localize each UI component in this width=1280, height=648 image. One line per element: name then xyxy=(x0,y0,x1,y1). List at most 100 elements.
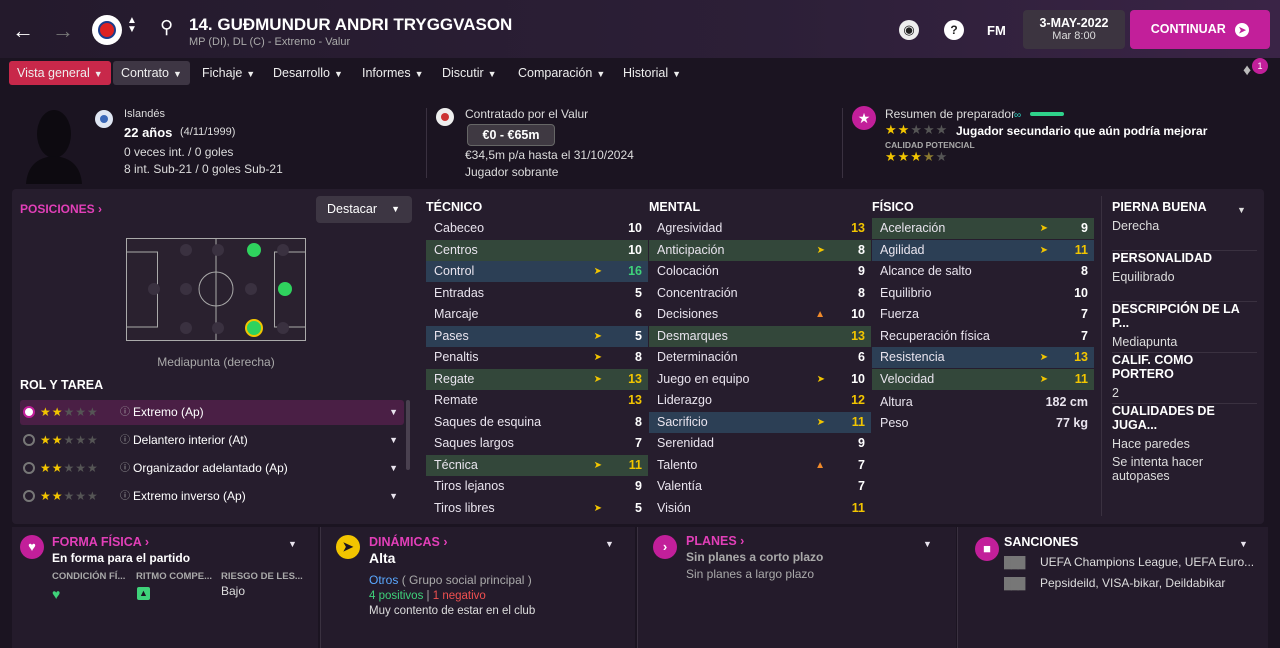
globe-icon[interactable]: ◉ xyxy=(899,20,919,40)
date-box[interactable]: 3-MAY-2022 Mar 8:00 xyxy=(1023,10,1125,49)
chevron-down-icon: ▼ xyxy=(487,69,497,79)
attribute-row[interactable]: Alcance de salto 8 xyxy=(872,261,1094,282)
attribute-row[interactable]: Talento 7 ▲ xyxy=(649,455,871,476)
chevron-down-icon[interactable]: ▼ xyxy=(389,400,398,425)
dynamics-link[interactable]: DINÁMICAS › xyxy=(369,535,447,549)
tab-discuss[interactable]: Discutir ▼ xyxy=(434,61,505,85)
role-radio[interactable] xyxy=(23,434,35,446)
attribute-row[interactable]: Regate 13 ➤ xyxy=(426,368,648,390)
chevron-down-icon[interactable]: ▼ xyxy=(389,484,398,509)
attribute-row[interactable]: Serenidad 9 xyxy=(649,433,871,454)
attribute-row[interactable]: Centros 10 xyxy=(426,239,648,261)
club-badge-icon[interactable] xyxy=(92,15,122,45)
tab-reports[interactable]: Informes ▼ xyxy=(354,61,432,85)
attribute-row[interactable]: Agilidad 11 ➤ xyxy=(872,239,1094,261)
attribute-row[interactable]: Juego en equipo 10 ➤ xyxy=(649,369,871,390)
attribute-row[interactable]: Penaltis 8 ➤ xyxy=(426,347,648,368)
attribute-name: Remate xyxy=(434,393,478,407)
role-row[interactable]: ★★★★★ ⓘ Extremo (Ap) ▼ xyxy=(20,400,404,425)
tab-contract[interactable]: Contrato ▼ xyxy=(113,61,190,85)
positions-link[interactable]: POSICIONES › xyxy=(20,202,102,216)
chevron-down-icon[interactable]: ▼ xyxy=(1237,205,1246,215)
tab-transfer[interactable]: Fichaje ▼ xyxy=(194,61,263,85)
tab-history[interactable]: Historial ▼ xyxy=(615,61,689,85)
search-icon[interactable]: ⚲ xyxy=(160,17,173,38)
bell-icon[interactable]: ♦ xyxy=(1243,62,1251,80)
info-icon[interactable]: ⓘ xyxy=(120,428,130,453)
attribute-row[interactable]: Velocidad 11 ➤ xyxy=(872,368,1094,390)
attribute-row[interactable]: Equilibrio 10 xyxy=(872,283,1094,304)
info-icon[interactable]: ⓘ xyxy=(120,484,130,509)
attribute-row[interactable]: Pases 5 ➤ xyxy=(426,325,648,347)
attribute-row[interactable]: Recuperación física 7 xyxy=(872,326,1094,347)
role-radio[interactable] xyxy=(23,406,35,418)
continue-button[interactable]: CONTINUAR ➤ xyxy=(1130,10,1270,49)
attribute-row[interactable]: Valentía 7 xyxy=(649,476,871,497)
attribute-row[interactable]: Saques largos 7 xyxy=(426,433,648,454)
attribute-row[interactable]: Determinación 6 xyxy=(649,347,871,368)
attribute-name: Penaltis xyxy=(434,350,479,364)
attribute-row[interactable]: Control 16 ➤ xyxy=(426,261,648,282)
role-stars: ★★★★★ xyxy=(40,489,99,503)
roles-scrollbar[interactable] xyxy=(406,400,410,470)
attribute-row[interactable]: Saques de esquina 8 xyxy=(426,412,648,433)
info-icon[interactable]: ⓘ xyxy=(120,456,130,481)
role-row[interactable]: ★★★★★ ⓘ Extremo inverso (Ap) ▼ xyxy=(20,484,404,509)
tab-label: Contrato xyxy=(121,66,169,80)
attribute-row[interactable]: Cabeceo 10 xyxy=(426,218,648,239)
highlight-dropdown[interactable]: Destacar ▼ xyxy=(316,196,412,223)
value-range[interactable]: €0 - €65m xyxy=(467,124,555,146)
attribute-row[interactable]: Visión 11 xyxy=(649,498,871,519)
role-row[interactable]: ★★★★★ ⓘ Delantero interior (At) ▼ xyxy=(20,428,404,453)
attribute-row[interactable]: Marcaje 6 xyxy=(426,304,648,325)
binoculars-icon: ∞ xyxy=(1014,110,1022,121)
attribute-row[interactable]: Decisiones 10 ▲ xyxy=(649,304,871,325)
attribute-name: Cabeceo xyxy=(434,221,485,235)
attribute-value: 8 xyxy=(635,350,642,364)
player-info-value: Se intenta hacer autopases xyxy=(1112,455,1204,483)
tab-comparison[interactable]: Comparación ▼ xyxy=(510,61,613,85)
chevron-down-icon[interactable]: ▼ xyxy=(389,428,398,453)
height-value: 182 cm xyxy=(1045,395,1088,409)
help-icon[interactable]: ? xyxy=(944,20,964,40)
attribute-value: 9 xyxy=(635,479,642,493)
chevron-down-icon[interactable]: ▼ xyxy=(1239,539,1248,549)
club-switch-icon[interactable]: ▲ ▼ xyxy=(127,16,137,35)
attribute-row[interactable]: Anticipación 8 ➤ xyxy=(649,239,871,261)
weight-row: Peso 77 kg xyxy=(872,413,1094,434)
attribute-row[interactable]: Fuerza 7 xyxy=(872,304,1094,325)
attribute-name: Técnica xyxy=(434,457,478,472)
chevron-down-icon[interactable]: ▼ xyxy=(288,539,297,549)
attribute-row[interactable]: Técnica 11 ➤ xyxy=(426,454,648,476)
forward-arrow-icon[interactable]: → xyxy=(52,18,74,44)
attribute-row[interactable]: Entradas 5 xyxy=(426,283,648,304)
attribute-value: 7 xyxy=(858,479,865,493)
chevron-down-icon[interactable]: ▼ xyxy=(389,456,398,481)
info-icon[interactable]: ⓘ xyxy=(120,400,130,425)
chevron-down-icon[interactable]: ▼ xyxy=(923,539,932,549)
attribute-name: Colocación xyxy=(657,264,719,278)
attribute-row[interactable]: Remate 13 xyxy=(426,390,648,411)
attribute-name: Entradas xyxy=(434,285,485,300)
attribute-row[interactable]: Desmarques 13 xyxy=(649,325,871,347)
plans-link[interactable]: PLANES › xyxy=(686,534,744,548)
role-radio[interactable] xyxy=(23,490,35,502)
tab-overview[interactable]: Vista general ▼ xyxy=(9,61,111,85)
social-group-name[interactable]: Otros xyxy=(369,573,398,587)
attribute-row[interactable]: Liderazgo 12 xyxy=(649,390,871,411)
fitness-link[interactable]: FORMA FÍSICA › xyxy=(52,535,149,549)
attribute-row[interactable]: Resistencia 13 ➤ xyxy=(872,347,1094,368)
attribute-row[interactable]: Agresividad 13 xyxy=(649,218,871,239)
tab-development[interactable]: Desarrollo ▼ xyxy=(265,61,351,85)
chevron-down-icon[interactable]: ▼ xyxy=(605,539,614,549)
attribute-row[interactable]: Concentración 8 xyxy=(649,283,871,304)
role-radio[interactable] xyxy=(23,462,35,474)
attribute-row[interactable]: Tiros lejanos 9 xyxy=(426,476,648,497)
attribute-row[interactable]: Aceleración 9 ➤ xyxy=(872,218,1094,239)
role-row[interactable]: ★★★★★ ⓘ Organizador adelantado (Ap) ▼ xyxy=(20,456,404,481)
fm-menu-button[interactable]: FM xyxy=(987,23,1006,38)
attribute-row[interactable]: Colocación 9 xyxy=(649,261,871,282)
back-arrow-icon[interactable]: ← xyxy=(12,18,34,44)
attribute-row[interactable]: Tiros libres 5 ➤ xyxy=(426,498,648,519)
attribute-row[interactable]: Sacrificio 11 ➤ xyxy=(649,411,871,433)
